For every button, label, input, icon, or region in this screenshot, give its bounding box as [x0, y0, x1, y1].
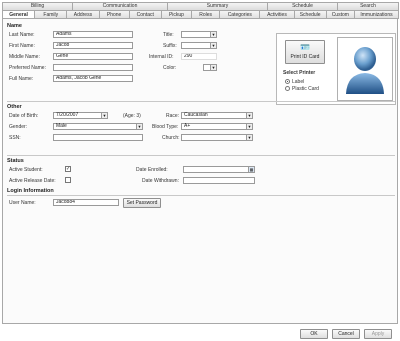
active-student-label: Active Student: [9, 167, 43, 173]
chevron-down-icon: ▼ [210, 43, 216, 48]
name-section-title: Name [7, 23, 22, 29]
suffix-select[interactable]: ▼ [181, 42, 217, 49]
date-withdrawn-field[interactable] [183, 177, 255, 184]
blood-type-label: Blood Type: [152, 124, 179, 130]
preferred-name-label: Preferred Name: [9, 65, 46, 71]
ssn-field[interactable] [53, 134, 143, 141]
printer-label-radio[interactable] [285, 79, 290, 84]
select-printer-label: Select Printer [283, 70, 316, 76]
date-enrolled-field[interactable]: ▦ [183, 166, 255, 173]
full-name-field[interactable]: Adams, Jacob Gene [53, 75, 133, 82]
title-select[interactable]: ▼ [181, 31, 217, 38]
first-name-field[interactable]: Jacob [53, 42, 133, 49]
dob-field[interactable]: 7/20/2007 ▼ [53, 112, 108, 119]
printer-plastic-option: Plastic Card [292, 86, 319, 92]
date-enrolled-label: Date Enrolled: [136, 167, 168, 173]
middle-name-field[interactable]: Gene [53, 53, 133, 60]
active-release-label: Active Release Date: [9, 178, 56, 184]
avatar[interactable] [337, 37, 393, 101]
race-label: Race: [166, 113, 180, 119]
last-name-label: Last Name: [9, 32, 35, 38]
calendar-icon: ▦ [248, 167, 254, 172]
color-picker[interactable]: ▼ [203, 64, 217, 71]
full-name-label: Full Name: [9, 76, 34, 82]
chevron-down-icon: ▼ [136, 124, 142, 129]
chevron-down-icon: ▼ [246, 124, 252, 129]
middle-name-label: Middle Name: [9, 54, 40, 60]
user-silhouette-icon [346, 47, 384, 94]
age-label: (Age: 3) [123, 113, 141, 119]
set-password-button[interactable]: Set Password [123, 198, 161, 208]
print-id-card-label: Print ID Card [290, 54, 320, 60]
tab-summary[interactable]: Summary [167, 2, 268, 10]
chevron-down-icon: ▼ [210, 32, 216, 37]
last-name-field[interactable]: Adams [53, 31, 133, 38]
color-label: Color: [163, 65, 177, 71]
dob-label: Date of Birth: [9, 113, 39, 119]
top-tab-row: Billing Communication Summary Schedule S… [2, 2, 399, 10]
user-name-field[interactable]: Jacob84 [53, 199, 119, 206]
blood-type-value: A+ [184, 123, 191, 129]
ssn-label: SSN: [9, 135, 21, 141]
race-value: Caucasian [184, 112, 208, 118]
calendar-dropdown-icon: ▼ [101, 113, 107, 118]
other-section-title: Other [7, 104, 22, 110]
preferred-name-field[interactable] [53, 64, 133, 71]
gender-value: Male [56, 123, 67, 129]
status-section-title: Status [7, 158, 24, 164]
date-withdrawn-label: Date Withdrawn: [142, 178, 179, 184]
internal-id-value: 290 [181, 53, 217, 60]
church-select[interactable]: ▼ [181, 134, 253, 141]
active-student-checkbox[interactable]: ✓ [65, 166, 71, 172]
gender-select[interactable]: Male ▼ [53, 123, 143, 130]
tab-billing[interactable]: Billing [2, 2, 73, 10]
internal-id-label: Internal ID: [149, 54, 174, 60]
apply-button[interactable]: Apply [364, 329, 392, 339]
ok-button[interactable]: OK [300, 329, 328, 339]
cancel-button[interactable]: Cancel [332, 329, 360, 339]
tab-communication[interactable]: Communication [72, 2, 168, 10]
dob-value: 7/20/2007 [56, 112, 79, 118]
chevron-down-icon: ▼ [246, 135, 252, 140]
blood-type-select[interactable]: A+ ▼ [181, 123, 253, 130]
first-name-label: First Name: [9, 43, 35, 49]
user-name-label: User Name: [9, 200, 36, 206]
divider [7, 101, 395, 102]
print-id-card-button[interactable]: 🪪 Print ID Card [285, 40, 325, 64]
divider [7, 155, 395, 156]
printer-label-option: Label [292, 79, 305, 85]
title-label: Title: [163, 32, 174, 38]
general-panel: Name Last Name: Adams First Name: Jacob … [2, 18, 398, 324]
tab-search[interactable]: Search [337, 2, 399, 10]
suffix-label: Suffix: [163, 43, 177, 49]
chevron-down-icon: ▼ [210, 65, 216, 70]
church-label: Church: [162, 135, 180, 141]
race-select[interactable]: Caucasian ▼ [181, 112, 253, 119]
chevron-down-icon: ▼ [246, 113, 252, 118]
divider [7, 195, 395, 196]
tab-schedule-top[interactable]: Schedule [267, 2, 338, 10]
active-release-checkbox[interactable] [65, 177, 71, 183]
id-card-icon: 🪪 [300, 43, 310, 52]
gender-label: Gender: [9, 124, 28, 130]
login-section-title: Login Information [7, 188, 54, 194]
printer-plastic-radio[interactable] [285, 86, 290, 91]
photo-area: 🪪 Print ID Card Select Printer Label Pla… [276, 33, 396, 105]
